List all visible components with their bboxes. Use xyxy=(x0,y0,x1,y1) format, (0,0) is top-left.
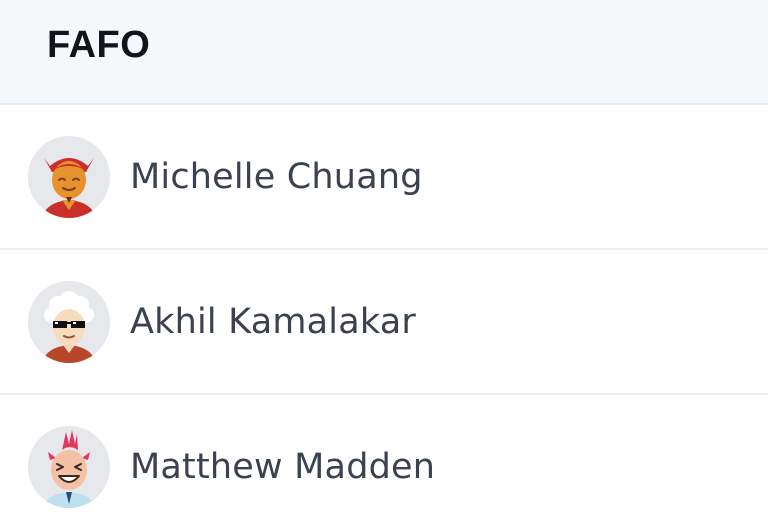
group-header: FAFO xyxy=(0,0,768,105)
member-name: Matthew Madden xyxy=(130,446,436,487)
devil-avatar-icon xyxy=(28,135,110,218)
member-name: Akhil Kamalakar xyxy=(130,301,416,342)
member-row[interactable]: Michelle Chuang xyxy=(0,105,768,250)
avatar xyxy=(28,425,110,508)
mohawk-avatar-icon xyxy=(28,425,110,508)
member-name: Michelle Chuang xyxy=(130,156,423,197)
member-list: Michelle Chuang Akhil Kamalakar Matthew … xyxy=(0,105,768,523)
member-row[interactable]: Akhil Kamalakar xyxy=(0,250,768,395)
avatar xyxy=(28,135,110,218)
avatar xyxy=(28,280,110,363)
sunglasses-avatar-icon xyxy=(28,280,110,363)
group-members-screen: FAFO Michelle Chuang Akhil Kamalakar Mat… xyxy=(0,0,768,523)
member-row[interactable]: Matthew Madden xyxy=(0,395,768,523)
group-title: FAFO xyxy=(47,24,151,66)
